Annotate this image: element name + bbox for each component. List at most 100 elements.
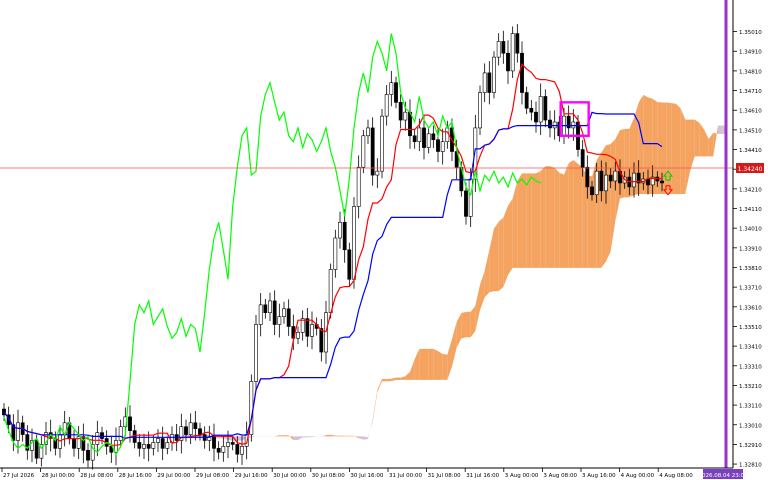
cloud-segment <box>321 434 326 437</box>
cloud-segment <box>620 128 625 199</box>
candle-body <box>277 316 282 325</box>
x-tick-label: 30 Jul 16:00 <box>350 473 383 479</box>
candle-body <box>398 102 403 121</box>
candle-body <box>660 180 664 184</box>
cloud-segment <box>148 431 154 433</box>
chikou-span-line <box>3 33 541 456</box>
cloud-segment <box>489 228 494 293</box>
cloud-segment <box>447 338 452 380</box>
cloud-segment <box>251 436 256 438</box>
y-tick-label: 1.33210 <box>739 384 762 390</box>
candle-body <box>240 446 244 455</box>
y-tick-label: 1.33010 <box>739 423 762 429</box>
candle-body <box>520 52 524 93</box>
candle-body <box>230 442 235 445</box>
x-tick-label: 29 Jul 08:00 <box>196 473 229 479</box>
candle-body <box>118 426 123 441</box>
cloud-segment <box>676 103 681 194</box>
candle-body <box>552 121 557 129</box>
cloud-segment <box>391 377 396 382</box>
cloud-segment <box>228 436 233 441</box>
cloud-segment <box>358 436 364 440</box>
candle-body <box>328 269 333 314</box>
candle-body <box>72 438 76 449</box>
cloud-segment <box>456 312 462 348</box>
cloud-segment <box>354 435 359 439</box>
y-tick-label: 1.34110 <box>739 207 762 213</box>
candle-body <box>543 96 548 121</box>
y-tick-label: 1.33410 <box>739 345 762 351</box>
cloud-segment <box>713 125 718 157</box>
time-badge-label: 2026.08.04 23:00 <box>698 473 748 479</box>
candle-body <box>580 149 585 168</box>
x-tick-label: 30 Jul 00:00 <box>273 473 306 479</box>
candle-body <box>501 41 506 54</box>
candle-body <box>16 422 20 441</box>
candle-body <box>510 33 515 72</box>
cloud-segment <box>601 145 606 268</box>
x-tick-label: 28 Jul 00:00 <box>42 473 75 479</box>
candle-body <box>464 190 468 217</box>
cloud-segment <box>680 108 686 194</box>
cloud-segment <box>279 435 284 437</box>
candle-body <box>193 422 198 429</box>
x-tick-label: 4 Aug 08:00 <box>659 473 693 479</box>
candle-body <box>268 300 272 314</box>
cloud-segment <box>438 351 443 380</box>
y-tick-label: 1.35010 <box>739 30 762 36</box>
y-tick-label: 1.33510 <box>739 325 762 331</box>
cloud-segment <box>508 198 513 275</box>
candle-body <box>128 416 132 431</box>
candle-body <box>487 72 492 93</box>
candle-body <box>608 174 613 182</box>
cloud-segment <box>363 436 368 440</box>
cloud-segment <box>452 322 457 367</box>
candle-body <box>506 52 510 72</box>
x-tick-label: 28 Jul 08:00 <box>80 473 113 479</box>
cloud-segment <box>550 166 555 268</box>
cloud-segment <box>377 378 382 393</box>
candle-body <box>296 332 300 339</box>
candle-body <box>165 442 170 449</box>
cloud-segment <box>312 436 317 438</box>
cloud-segment <box>694 119 700 157</box>
candle-body <box>534 111 538 123</box>
candle-body <box>286 308 291 327</box>
cloud-segment <box>545 166 550 268</box>
cloud-segment <box>610 139 616 252</box>
cloud-segment <box>578 163 583 268</box>
candle-body <box>258 304 263 325</box>
cloud-segment <box>433 348 438 380</box>
cloud-segment <box>442 353 448 380</box>
cloud-segment <box>517 173 522 268</box>
cloud-segment <box>372 389 378 422</box>
cloud-segment <box>704 129 709 157</box>
cloud-segment <box>466 311 471 338</box>
candle-body <box>342 221 347 251</box>
candle-body <box>524 92 529 109</box>
y-tick-label: 1.33110 <box>739 404 762 410</box>
y-tick-label: 1.34610 <box>739 109 762 115</box>
candle-body <box>585 166 590 188</box>
x-tick-label: 3 Aug 00:00 <box>505 473 539 479</box>
x-tick-label: 3 Aug 16:00 <box>582 473 616 479</box>
candle-body <box>436 139 440 152</box>
candle-body <box>338 221 342 239</box>
candle-body <box>235 444 240 455</box>
y-tick-label: 1.33610 <box>739 305 762 311</box>
candle-body <box>590 186 594 196</box>
cloud-segment <box>484 249 490 298</box>
candle-body <box>198 428 202 435</box>
candle-body <box>594 170 599 196</box>
current-price-label: 1.34240 <box>738 166 763 173</box>
cloud-segment <box>671 103 676 194</box>
cloud-segment <box>554 167 560 268</box>
candle-body <box>146 444 151 449</box>
x-axis: 27 Jul 2026 28 Jul 00:00 28 Jul 08:00 28 Ju… <box>1 468 693 479</box>
y-tick-label: 1.34710 <box>739 89 762 95</box>
cloud-segment <box>606 144 611 262</box>
candle-body <box>184 426 188 435</box>
candle-body <box>492 56 496 93</box>
y-tick-label: 1.34510 <box>739 128 762 134</box>
cloud-segment <box>494 221 499 292</box>
